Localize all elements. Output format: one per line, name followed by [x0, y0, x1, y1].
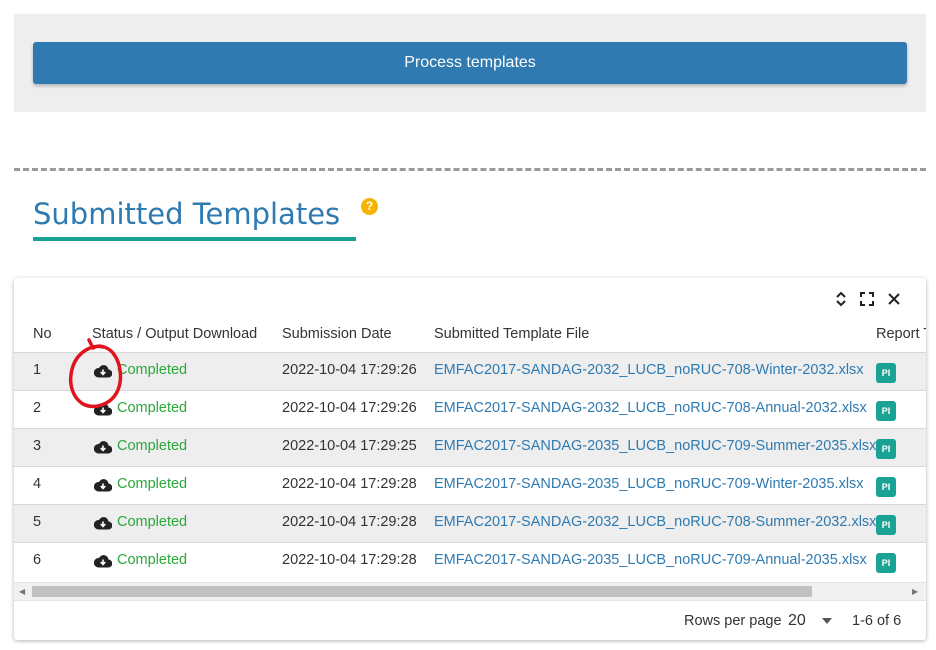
pagination-range: 1-6 of 6 — [852, 613, 902, 629]
help-icon[interactable]: ? — [361, 198, 378, 215]
section-divider — [14, 168, 926, 171]
column-header-file[interactable]: Submitted Template File — [434, 326, 589, 342]
process-panel: Process templates — [14, 14, 926, 112]
row-number: 6 — [33, 552, 42, 568]
cloud-download-icon[interactable] — [94, 440, 112, 454]
row-number: 3 — [33, 438, 42, 454]
cloud-download-icon[interactable] — [94, 364, 112, 378]
row-number: 1 — [33, 362, 42, 378]
fullscreen-icon[interactable] — [858, 290, 876, 308]
report-badge[interactable]: PI — [876, 439, 896, 459]
report-badge[interactable]: PI — [876, 477, 896, 497]
column-header-report[interactable]: Report T — [876, 326, 926, 342]
horizontal-scrollbar[interactable]: ◀ ▶ — [14, 582, 926, 600]
status-text: Completed — [117, 514, 188, 530]
column-header-date[interactable]: Submission Date — [282, 326, 392, 342]
submission-date: 2022-10-04 17:29:25 — [282, 438, 417, 454]
status-text: Completed — [117, 552, 188, 568]
cloud-download-icon[interactable] — [94, 554, 112, 568]
table-pagination: Rows per page 20 1-6 of 6 — [14, 600, 926, 640]
table-row: 2 Completed 2022-10-04 17:29:26 EMFAC201… — [14, 390, 926, 428]
submission-date: 2022-10-04 17:29:28 — [282, 514, 417, 530]
submission-date: 2022-10-04 17:29:26 — [282, 400, 417, 416]
status-text: Completed — [117, 362, 188, 378]
row-number: 4 — [33, 476, 42, 492]
report-badge[interactable]: PI — [876, 401, 896, 421]
report-badge[interactable]: PI — [876, 553, 896, 573]
row-number: 2 — [33, 400, 42, 416]
scroll-thumb[interactable] — [32, 586, 812, 597]
table-row: 4 Completed 2022-10-04 17:29:28 EMFAC201… — [14, 466, 926, 504]
process-templates-button[interactable]: Process templates — [33, 42, 907, 84]
table-row: 6 Completed 2022-10-04 17:29:28 EMFAC201… — [14, 542, 926, 580]
submission-date: 2022-10-04 17:29:26 — [282, 362, 417, 378]
status-text: Completed — [117, 438, 188, 454]
cloud-download-icon[interactable] — [94, 516, 112, 530]
section-title: Submitted Templates — [33, 197, 341, 231]
cloud-download-icon[interactable] — [94, 478, 112, 492]
status-text: Completed — [117, 400, 188, 416]
report-badge[interactable]: PI — [876, 363, 896, 383]
table-row: 3 Completed 2022-10-04 17:29:25 EMFAC201… — [14, 428, 926, 466]
column-header-status[interactable]: Status / Output Download — [92, 326, 257, 342]
template-file-link[interactable]: EMFAC2017-SANDAG-2032_LUCB_noRUC-708-Ann… — [434, 400, 867, 416]
template-file-link[interactable]: EMFAC2017-SANDAG-2035_LUCB_noRUC-709-Ann… — [434, 552, 867, 568]
close-icon[interactable] — [885, 290, 903, 308]
submission-date: 2022-10-04 17:29:28 — [282, 476, 417, 492]
submission-date: 2022-10-04 17:29:28 — [282, 552, 417, 568]
row-number: 5 — [33, 514, 42, 530]
template-file-link[interactable]: EMFAC2017-SANDAG-2035_LUCB_noRUC-709-Win… — [434, 476, 864, 492]
template-file-link[interactable]: EMFAC2017-SANDAG-2032_LUCB_noRUC-708-Sum… — [434, 514, 876, 530]
submitted-templates-table: No Status / Output Download Submission D… — [14, 278, 926, 640]
expand-collapse-icon[interactable] — [832, 290, 850, 308]
chevron-down-icon — [822, 618, 832, 624]
status-text: Completed — [117, 476, 188, 492]
scroll-right-arrow-icon[interactable]: ▶ — [912, 586, 918, 597]
table-header: No Status / Output Download Submission D… — [14, 324, 926, 352]
table-row: 1 Completed 2022-10-04 17:29:26 EMFAC201… — [14, 352, 926, 390]
scroll-left-arrow-icon[interactable]: ◀ — [19, 586, 25, 597]
column-header-no[interactable]: No — [33, 326, 52, 342]
cloud-download-icon[interactable] — [94, 402, 112, 416]
template-file-link[interactable]: EMFAC2017-SANDAG-2035_LUCB_noRUC-709-Sum… — [434, 438, 876, 454]
title-underline — [33, 237, 356, 241]
rows-per-page-value: 20 — [788, 612, 806, 629]
rows-per-page-label: Rows per page — [684, 613, 782, 629]
table-row: 5 Completed 2022-10-04 17:29:28 EMFAC201… — [14, 504, 926, 542]
rows-per-page-select[interactable]: 20 — [788, 609, 838, 633]
template-file-link[interactable]: EMFAC2017-SANDAG-2032_LUCB_noRUC-708-Win… — [434, 362, 864, 378]
report-badge[interactable]: PI — [876, 515, 896, 535]
